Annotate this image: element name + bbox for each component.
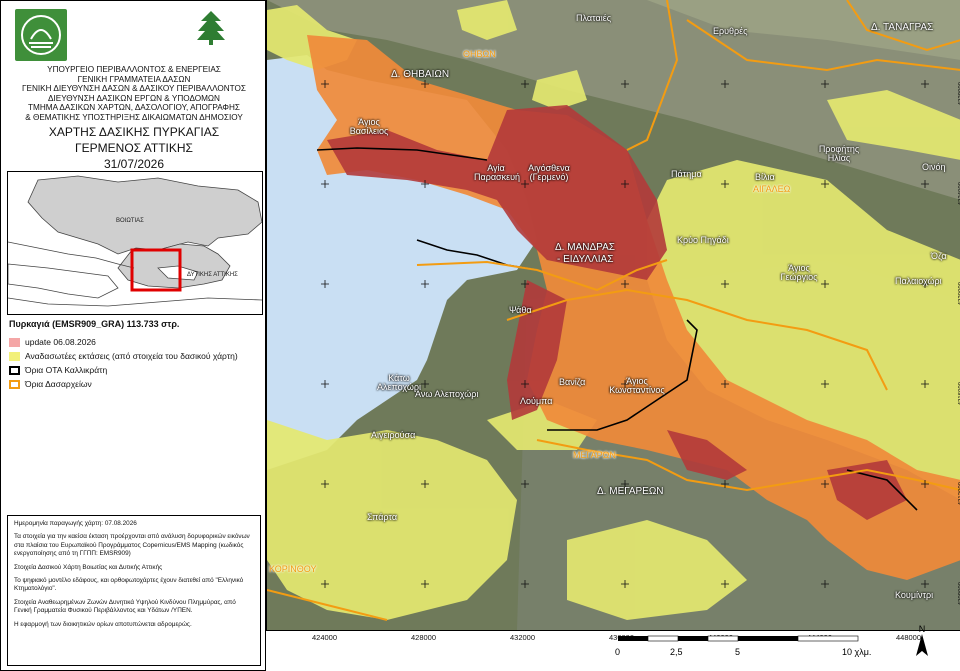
map-date: 31/07/2026 <box>103 157 165 171</box>
place-label: Ερυθρές <box>713 26 748 36</box>
label-forest-korinthou: ΚΟΡΙΝΘΟΥ <box>269 564 317 574</box>
label-forest-thivon: ΘΗΒΩΝ <box>463 49 496 59</box>
legend-panel: ΥΠΟΥΡΓΕΙΟ ΠΕΡΙΒΑΛΛΟΝΤΟΣ & ΕΝΕΡΓΕΙΑΣ ΓΕΝΙ… <box>0 0 266 671</box>
place-label: Οινόη <box>922 162 946 172</box>
info-box: Ημερομηνία παραγωγής χάρτη: 07.08.2026 Τ… <box>7 515 261 666</box>
place-label: Αγία Παρασκευή <box>474 163 521 182</box>
header-line: ΔΙΕΥΘΥΝΣΗ ΔΑΣΙΚΩΝ ΕΡΓΩΝ & ΥΠΟΔΟΜΩΝ <box>48 93 220 103</box>
legend-label: Όρια Δασαρχείων <box>25 379 92 389</box>
inset-map: ΒΟΙΩΤΙΑΣ ΔΥΤΙΚΗΣ ΑΤΤΙΚΗΣ <box>7 171 263 315</box>
forest-service-logo <box>191 7 231 47</box>
north-label: N <box>918 624 926 634</box>
ministry-logo <box>15 9 67 61</box>
scale-bar: 0 2,5 5 10 χλμ. <box>610 634 880 664</box>
header-line: ΓΕΝΙΚΗ ΓΡΑΜΜΑΤΕΙΑ ΔΑΣΩΝ <box>77 74 191 84</box>
place-label: Άνω Αλεποχώρι <box>415 389 479 399</box>
label-forest-aigaleo: ΑΙΓΑΛΕΩ <box>753 184 791 194</box>
place-label: Κουμίντρι <box>895 590 934 600</box>
info-text: Το ψηφιακό μοντέλο εδάφους, και ορθοφωτο… <box>14 577 244 593</box>
legend-label: Αναδασωτέες εκτάσεις (από στοιχεία του δ… <box>25 351 238 361</box>
place-label: Παλαιοχώρι <box>895 276 942 286</box>
place-label: Βίλια <box>755 172 775 182</box>
north-arrow-icon <box>916 634 928 656</box>
place-label: Λούμπα <box>520 396 553 406</box>
inset-label-attiki: ΔΥΤΙΚΗΣ ΑΤΤΙΚΗΣ <box>187 272 238 278</box>
legend-label: update 06.08.2026 <box>25 337 96 347</box>
info-text: Η εφαρμογή των διοικητικών ορίων αποτυπώ… <box>14 620 192 628</box>
place-label: Άγιος Κωνσταντίνος <box>609 376 665 395</box>
label-megareon: Δ. ΜΕΓΑΡΕΩΝ <box>597 486 664 497</box>
header-line: & ΘΕΜΑΤΙΚΗΣ ΥΠΟΣΤΗΡΙΞΗΣ ΔΙΚΑΙΩΜΑΤΩΝ ΔΗΜΟ… <box>25 112 243 122</box>
x-tick: 428000 <box>411 633 437 642</box>
legend: Πυρκαγιά (EMSR909_GRA) 113.733 στρ. upda… <box>7 319 261 391</box>
place-label: Βανίζα <box>559 377 586 387</box>
legend-title: Πυρκαγιά (EMSR909_GRA) 113.733 στρ. <box>9 319 180 329</box>
label-tanagras: Δ. ΤΑΝΑΓΡΑΣ <box>871 22 934 33</box>
label-forest-megaron: ΜΕΓΑΡΩΝ <box>573 450 616 460</box>
main-map[interactable]: Δ. ΘΗΒΑΙΩΝ Δ. ΤΑΝΑΓΡΑΣ Δ. ΜΑΝΔΡΑΣ - ΕΙΔΥ… <box>266 0 960 631</box>
place-label: Όζα <box>931 251 947 261</box>
north-arrow: N <box>912 624 932 658</box>
header-line: ΥΠΟΥΡΓΕΙΟ ΠΕΡΙΒΑΛΛΟΝΤΟΣ & ΕΝΕΡΓΕΙΑΣ <box>47 65 221 74</box>
production-date: Ημερομηνία παραγωγής χάρτη: 07.08.2026 <box>14 520 137 527</box>
legend-swatch-ota <box>9 365 20 375</box>
label-eidyllias: - ΕΙΔΥΛΛΙΑΣ <box>557 254 614 265</box>
info-text: Στοιχεία Δασικού Χάρτη Βοιωτίας και Δυτι… <box>14 563 163 571</box>
place-label: Σπάρτα <box>367 512 398 522</box>
agency-header: ΥΠΟΥΡΓΕΙΟ ΠΕΡΙΒΑΛΛΟΝΤΟΣ & ΕΝΕΡΓΕΙΑΣ ΓΕΝΙ… <box>5 65 263 123</box>
inset-label-boiotia: ΒΟΙΩΤΙΑΣ <box>116 218 144 224</box>
place-label: Αιγειρούσα <box>371 430 416 440</box>
place-label: Πάτημα <box>671 169 702 179</box>
label-mandras: Δ. ΜΑΝΔΡΑΣ <box>555 242 615 253</box>
place-label: Άγιος Βασίλειος <box>349 117 389 136</box>
scale-label: 2,5 <box>670 647 683 657</box>
map-title-line2: ΓΕΡΜΕΝΟΣ ΑΤΤΙΚΗΣ <box>75 141 193 155</box>
x-tick: 424000 <box>312 633 338 642</box>
place-label: Κρύο Πηγάδι <box>677 235 729 245</box>
place-label: Άγιος Γεώργιος <box>780 263 818 282</box>
legend-swatch-update <box>9 337 20 347</box>
header-line: ΓΕΝΙΚΗ ΔΙΕΥΘΥΝΣΗ ΔΑΣΩΝ & ΔΑΣΙΚΟΥ ΠΕΡΙΒΑΛ… <box>22 84 246 94</box>
map-title-line1: ΧΑΡΤΗΣ ΔΑΣΙΚΗΣ ΠΥΡΚΑΓΙΑΣ <box>48 125 220 139</box>
map-title: ΧΑΡΤΗΣ ΔΑΣΙΚΗΣ ΠΥΡΚΑΓΙΑΣ ΓΕΡΜΕΝΟΣ ΑΤΤΙΚΗ… <box>5 124 263 172</box>
x-tick: 432000 <box>510 633 536 642</box>
place-label: Αιγόσθενα (Γερμενό) <box>528 163 570 182</box>
legend-swatch-reforest <box>9 351 20 361</box>
legend-swatch-forest <box>9 379 20 389</box>
legend-label: Όρια ΟΤΑ Καλλικράτη <box>25 365 108 375</box>
header-line: ΤΜΗΜΑ ΔΑΣΙΚΩΝ ΧΑΡΤΩΝ, ΔΑΣΟΛΟΓΙΟΥ, ΑΠΟΓΡΑ… <box>28 103 240 113</box>
map-canvas <box>267 0 960 630</box>
legend-item-update: update 06.08.2026 <box>9 335 261 349</box>
legend-item-reforest: Αναδασωτέες εκτάσεις (από στοιχεία του δ… <box>9 349 261 363</box>
scale-label: 0 <box>615 647 621 657</box>
place-label: Προφήτης Ηλίας <box>818 144 860 163</box>
scale-label: 10 χλμ. <box>842 647 872 657</box>
info-text: Στοιχεία Αναθεωρημένων Ζωνών Δυνητικά Υψ… <box>14 598 236 615</box>
legend-item-forest-boundary: Όρια Δασαρχείων <box>9 377 261 391</box>
label-thivaion: Δ. ΘΗΒΑΙΩΝ <box>391 69 450 80</box>
scale-label: 5 <box>735 647 741 657</box>
info-text: Τα στοιχεία για την καείσα έκταση προέρχ… <box>14 533 250 558</box>
legend-item-ota-boundary: Όρια ΟΤΑ Καλλικράτη <box>9 363 261 377</box>
place-label: Πλαταιές <box>576 13 612 23</box>
place-label: Ψάθα <box>509 305 532 315</box>
